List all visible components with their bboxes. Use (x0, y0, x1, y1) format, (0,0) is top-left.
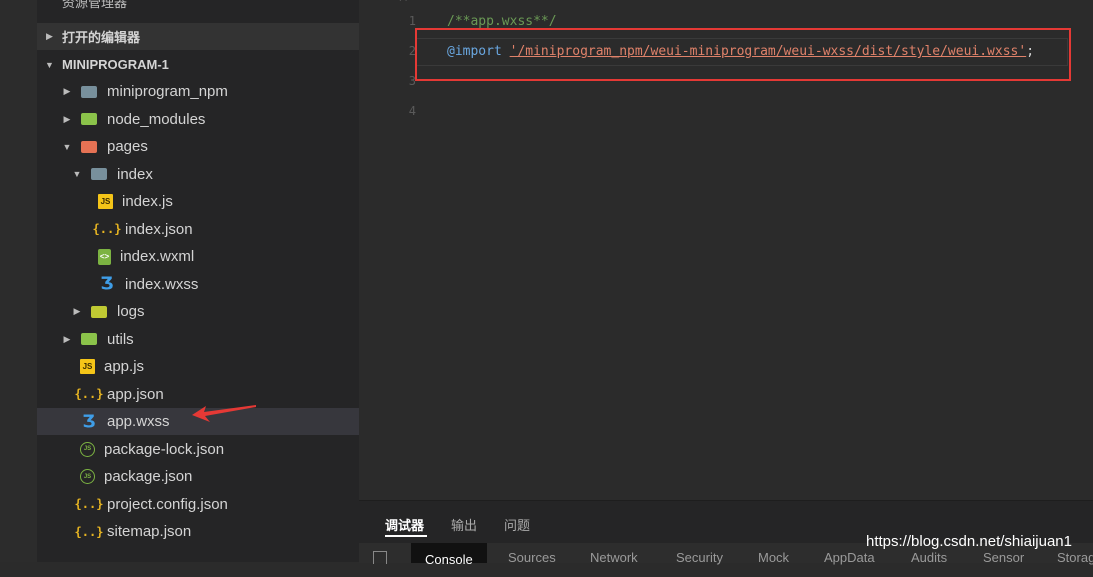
tree-item-label: project.config.json (107, 495, 228, 513)
tree-item-label: package.json (104, 468, 193, 485)
tree-item[interactable]: ▼ pages (37, 133, 359, 160)
devtools-tab-network[interactable]: Network (590, 550, 638, 565)
explorer-title: 资源管理器 (62, 0, 128, 10)
chevron-down-icon[interactable]: ▼ (70, 169, 84, 179)
devtools-tab-sources[interactable]: Sources (508, 550, 556, 565)
tab-problems[interactable]: 问题 (504, 515, 530, 534)
folder-shape (91, 305, 107, 318)
devtools-tab-sensor[interactable]: Sensor (983, 550, 1024, 565)
tree-item-label: miniprogram_npm (107, 83, 228, 100)
folder-icon (80, 84, 98, 100)
json-icon: {..} (92, 222, 122, 236)
tree-item[interactable]: ▶ utils (37, 326, 359, 353)
tree-item[interactable]: JS index.js (37, 188, 359, 215)
css-icon: Ʒ (82, 411, 96, 432)
project-section[interactable]: ▼ MINIPROGRAM-1 (37, 51, 359, 78)
tree-item[interactable]: {..} index.json (37, 216, 359, 243)
chevron-right-icon[interactable]: ▶ (60, 114, 74, 125)
watermark-text: https://blog.csdn.net/shiaijuan1 (866, 533, 1072, 550)
editor-tab-remnant: ‹› (396, 0, 410, 5)
line-number: 2 (408, 44, 416, 58)
tree-item[interactable]: ▶ node_modules (37, 106, 359, 133)
explorer-panel: 资源管理器 ▶ 打开的编辑器 ▼ MINIPROGRAM-1 ▶ miniprog… (37, 0, 359, 562)
devtools-tab-mock[interactable]: Mock (758, 550, 789, 565)
tree-item-label: index.json (125, 220, 193, 238)
folder-shape (91, 168, 107, 180)
json-icon: {..} (74, 387, 104, 401)
tree-item[interactable]: JS package-lock.json (37, 436, 359, 463)
chevron-right-icon[interactable]: ▶ (70, 306, 84, 317)
tree-item-label: index.wxml (120, 248, 195, 265)
tree-item[interactable]: {..} sitemap.json (37, 518, 359, 545)
activity-bar (0, 0, 38, 562)
devtools-tab-appdata[interactable]: AppData (824, 550, 875, 565)
code-comment: /**app.wxss**/ (447, 14, 557, 29)
devtools-tab-storage[interactable]: Storag (1057, 550, 1093, 565)
tree-item-label: index.wxss (125, 275, 199, 293)
panel-toggle-icon[interactable] (373, 551, 387, 564)
annotation-arrow-icon (192, 405, 256, 422)
chevron-right-icon[interactable]: ▶ (60, 334, 74, 345)
folder-shape (81, 333, 97, 345)
tree-item-label: app.js (104, 358, 145, 375)
folder-icon (90, 304, 108, 320)
open-editors-label: 打开的编辑器 (62, 30, 141, 45)
chevron-right-icon[interactable]: ▶ (60, 86, 74, 97)
folder-icon (80, 331, 98, 347)
tree-item[interactable]: JS app.js (37, 353, 359, 380)
js-icon: JS (80, 359, 95, 374)
tree-item-label: logs (117, 303, 145, 320)
bottom-panel: 调试器 输出 问题 Console Sources Network Securi… (359, 500, 1093, 567)
tree-item[interactable]: ▶ logs (37, 298, 359, 325)
line-number: 3 (408, 74, 416, 88)
devtools-tab-audits[interactable]: Audits (911, 550, 947, 565)
devtools-tab-console[interactable]: Console (411, 543, 487, 567)
chevron-down-icon[interactable]: ▼ (60, 142, 74, 152)
folder-icon (90, 166, 108, 182)
tree-item[interactable]: Ʒindex.wxss (37, 271, 359, 298)
tree-item[interactable]: ▶ miniprogram_npm (37, 78, 359, 105)
node-icon: JS (80, 441, 95, 457)
js-icon: JS (98, 194, 113, 209)
tree-item-label: index (117, 165, 153, 183)
folder-shape (81, 140, 97, 153)
code-editor[interactable]: ‹› 1 2 3 4 /**app.wxss**/ @import '/mini… (359, 0, 1093, 500)
folder-icon (80, 111, 98, 127)
line-number: 1 (408, 14, 416, 28)
tree-item[interactable]: <> index.wxml (37, 243, 359, 270)
chevron-down-icon: ▼ (45, 59, 54, 70)
json-icon: {..} (74, 497, 104, 511)
folder-icon (80, 139, 98, 155)
folder-shape (81, 113, 97, 125)
tree-item[interactable]: ▼ index (37, 161, 359, 188)
tree-item-label: app.wxss (107, 413, 170, 430)
tree-item-label: sitemap.json (107, 523, 192, 540)
tree-item-label: utils (107, 330, 134, 348)
node-icon: JS (80, 469, 95, 484)
annotation-highlight-box (415, 28, 1071, 81)
line-number: 4 (408, 104, 416, 118)
project-label: MINIPROGRAM-1 (62, 57, 169, 72)
css-icon: Ʒ (100, 274, 114, 294)
tab-debugger[interactable]: 调试器 (385, 515, 424, 534)
active-tab-underline (385, 535, 427, 537)
chevron-right-icon: ▶ (46, 31, 53, 41)
tab-output[interactable]: 输出 (451, 515, 477, 534)
tree-item-label: package-lock.json (104, 440, 225, 458)
tree-item[interactable]: {..} project.config.json (37, 491, 359, 518)
open-editors-section[interactable]: ▶ 打开的编辑器 (37, 23, 359, 50)
folder-shape (81, 85, 97, 98)
tree-item-label: pages (107, 138, 148, 155)
json-icon: {..} (74, 524, 104, 539)
devtools-tab-security[interactable]: Security (676, 550, 723, 565)
tree-item-label: app.json (107, 385, 164, 403)
tree-item-label: index.js (122, 193, 173, 210)
tree-item[interactable]: JS package.json (37, 463, 359, 490)
tree-item-label: node_modules (107, 110, 206, 128)
wxml-icon: <> (98, 248, 111, 265)
